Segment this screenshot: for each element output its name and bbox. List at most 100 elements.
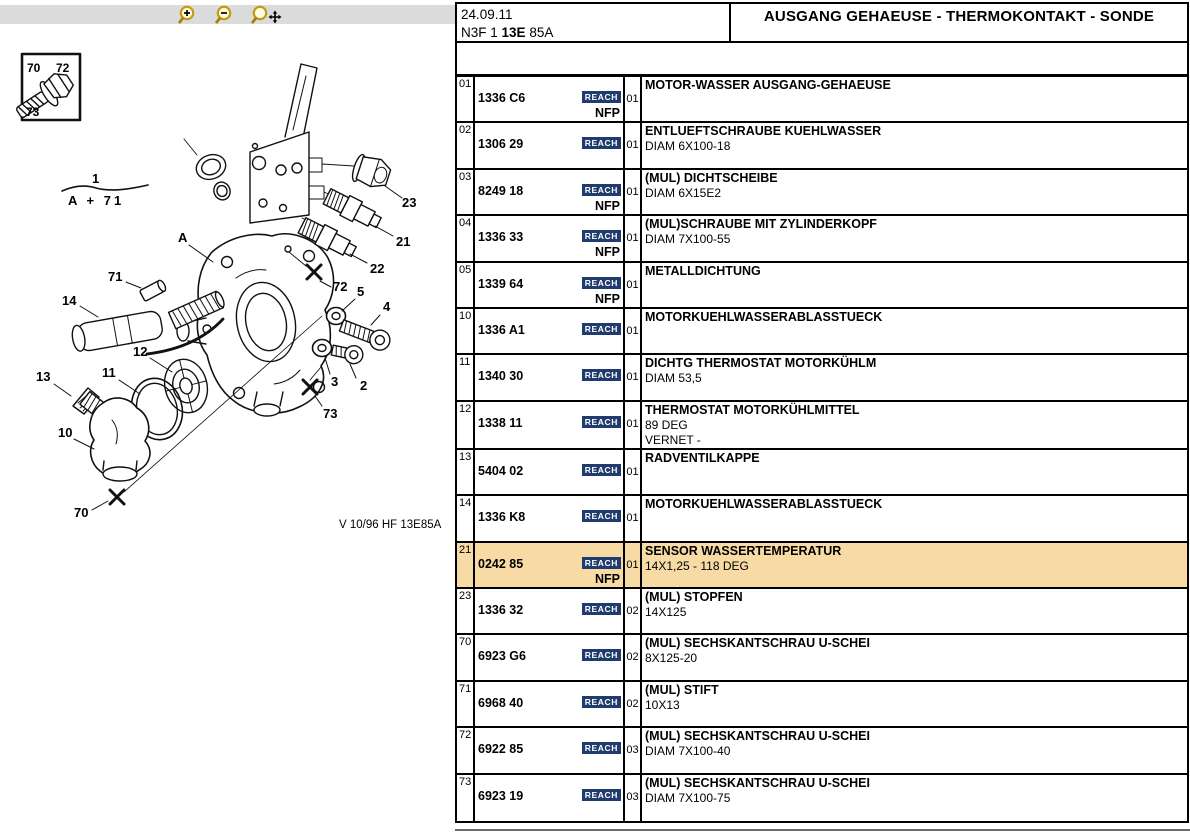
table-row-10[interactable]: 101336 A1REACH01MOTORKUEHLWASSERABLASSTU… [457, 309, 1187, 355]
description-title: (MUL) SECHSKANTSCHRAU U-SCHEI [645, 636, 1187, 651]
table-row-12[interactable]: 121338 11REACH01THERMOSTAT MOTORKÜHLMITT… [457, 402, 1187, 450]
table-row-04[interactable]: 041336 33REACHNFP01(MUL)SCHRAUBE MIT ZYL… [457, 216, 1187, 262]
diagram-panel: 70 72 73 1 A + 71 A 71 14 12 11 13 10 70… [0, 0, 455, 834]
callout-71[interactable]: 71 [108, 269, 122, 284]
legend-number-73: 73 [26, 105, 40, 119]
row-number: 14 [457, 496, 475, 540]
description-detail: 10X13 [645, 698, 1187, 713]
reach-badge[interactable]: REACH [582, 137, 621, 149]
callout-2[interactable]: 2 [360, 378, 367, 393]
table-row-73[interactable]: 736923 19REACH03(MUL) SECHSKANTSCHRAU U-… [457, 775, 1187, 821]
quantity: 01 [625, 355, 642, 399]
table-row-23[interactable]: 231336 32REACH02(MUL) STOPFEN14X125 [457, 589, 1187, 635]
description-title: MOTORKUEHLWASSERABLASSTUECK [645, 497, 1187, 512]
table-row-02[interactable]: 021306 29REACH01ENTLUEFTSCHRAUBE KUEHLWA… [457, 123, 1187, 169]
part-number: 1338 11 [478, 416, 523, 430]
part-cell: 1336 A1REACH [475, 309, 625, 353]
reach-badge[interactable]: REACH [582, 323, 621, 335]
quantity: 02 [625, 682, 642, 726]
part-number: 6922 85 [478, 742, 523, 756]
part-number: 1336 32 [478, 603, 523, 617]
legend-number-72: 72 [56, 61, 70, 75]
callout-10[interactable]: 10 [58, 425, 72, 440]
reach-badge[interactable]: REACH [582, 649, 621, 661]
reach-badge[interactable]: REACH [582, 789, 621, 801]
group-label-number[interactable]: 1 [92, 171, 99, 186]
table-row-13[interactable]: 135404 02REACH01RADVENTILKAPPE [457, 450, 1187, 496]
row-number: 12 [457, 402, 475, 448]
callout-3[interactable]: 3 [331, 374, 338, 389]
description-title: (MUL) DICHTSCHEIBE [645, 171, 1187, 186]
quantity: 02 [625, 589, 642, 633]
table-row-14[interactable]: 141336 K8REACH01MOTORKUEHLWASSERABLASSTU… [457, 496, 1187, 542]
callout-21[interactable]: 21 [396, 234, 410, 249]
table-row-71[interactable]: 716968 40REACH02(MUL) STIFT10X13 [457, 682, 1187, 728]
callout-12[interactable]: 12 [133, 344, 147, 359]
callout-70[interactable]: 70 [74, 505, 88, 520]
header-reference-box: 24.09.11 N3F 1 13E 85A [455, 2, 731, 43]
table-row-72[interactable]: 726922 85REACH03(MUL) SECHSKANTSCHRAU U-… [457, 728, 1187, 774]
table-row-01[interactable]: 011336 C6REACHNFP01MOTOR-WASSER AUSGANG-… [457, 77, 1187, 123]
reach-badge[interactable]: REACH [582, 742, 621, 754]
description-cell: (MUL) DICHTSCHEIBEDIAM 6X15E2 [642, 170, 1187, 214]
reach-badge[interactable]: REACH [582, 510, 621, 522]
row-number: 73 [457, 775, 475, 821]
part-cell: 1336 C6REACHNFP [475, 77, 625, 121]
callout-13[interactable]: 13 [36, 369, 50, 384]
quantity: 03 [625, 728, 642, 772]
legend-number-70: 70 [27, 61, 41, 75]
callout-5[interactable]: 5 [357, 284, 364, 299]
parts-list-panel: 24.09.11 N3F 1 13E 85A AUSGANG GEHAEUSE … [455, 0, 1190, 834]
description-cell: (MUL) STIFT10X13 [642, 682, 1187, 726]
nfp-label: NFP [595, 245, 620, 259]
description-title: (MUL) SECHSKANTSCHRAU U-SCHEI [645, 729, 1187, 744]
description-title: (MUL) STIFT [645, 683, 1187, 698]
part-number: 6923 19 [478, 789, 523, 803]
reach-badge[interactable]: REACH [582, 603, 621, 615]
table-row-70[interactable]: 706923 G6REACH02(MUL) SECHSKANTSCHRAU U-… [457, 635, 1187, 681]
description-title: DICHTG THERMOSTAT MOTORKÜHLM [645, 356, 1187, 371]
callout-72[interactable]: 72 [333, 279, 347, 294]
callout-11[interactable]: 11 [102, 365, 116, 380]
reach-badge[interactable]: REACH [582, 696, 621, 708]
part-cell: 6923 G6REACH [475, 635, 625, 679]
reach-badge[interactable]: REACH [582, 557, 621, 569]
callout-73[interactable]: 73 [323, 406, 337, 421]
callout-14[interactable]: 14 [62, 293, 77, 308]
reach-badge[interactable]: REACH [582, 91, 621, 103]
part-cell: 1336 33 REACH NFP [475, 216, 625, 260]
part-cell: 1336 32 REACH [475, 589, 625, 633]
quantity: 01 [625, 216, 642, 260]
description-detail: VERNET - [645, 433, 1187, 448]
reach-badge[interactable]: REACH [582, 184, 621, 196]
callout-a[interactable]: A [178, 230, 188, 245]
description-title: ENTLUEFTSCHRAUBE KUEHLWASSER [645, 124, 1187, 139]
reach-badge[interactable]: REACH [582, 464, 621, 476]
part-number: 1336 33 [478, 230, 523, 244]
reach-badge[interactable]: REACH [582, 277, 621, 289]
description-cell: (MUL) SECHSKANTSCHRAU U-SCHEI8X125-20 [642, 635, 1187, 679]
callout-4[interactable]: 4 [383, 299, 391, 314]
description-title: RADVENTILKAPPE [645, 451, 1187, 466]
table-row-05[interactable]: 051339 64REACHNFP01METALLDICHTUNG [457, 263, 1187, 309]
row-number: 05 [457, 263, 475, 307]
row-number: 01 [457, 77, 475, 121]
callout-22[interactable]: 22 [370, 261, 384, 276]
description-title: METALLDICHTUNG [645, 264, 1187, 279]
part-cell: 6922 85 REACH [475, 728, 625, 772]
reach-badge[interactable]: REACH [582, 369, 621, 381]
part-cell: 1336 K8REACH [475, 496, 625, 540]
table-row-11[interactable]: 111340 30REACH01DICHTG THERMOSTAT MOTORK… [457, 355, 1187, 401]
part-number: 1339 64 [478, 277, 523, 291]
panel-bottom-line [455, 829, 1190, 831]
reach-badge[interactable]: REACH [582, 416, 621, 428]
group-label-formula[interactable]: A + 71 [68, 193, 124, 208]
description-title: SENSOR WASSERTEMPERATUR [645, 544, 1187, 559]
part-cell: 5404 02REACH [475, 450, 625, 494]
header-reference: N3F 1 13E 85A [461, 24, 725, 42]
table-row-03[interactable]: 038249 18REACHNFP01(MUL) DICHTSCHEIBEDIA… [457, 170, 1187, 216]
callout-23[interactable]: 23 [402, 195, 416, 210]
reach-badge[interactable]: REACH [582, 230, 621, 242]
description-title: MOTOR-WASSER AUSGANG-GEHAEUSE [645, 78, 1187, 93]
table-row-21[interactable]: 210242 85REACHNFP01SENSOR WASSERTEMPERAT… [457, 543, 1187, 589]
